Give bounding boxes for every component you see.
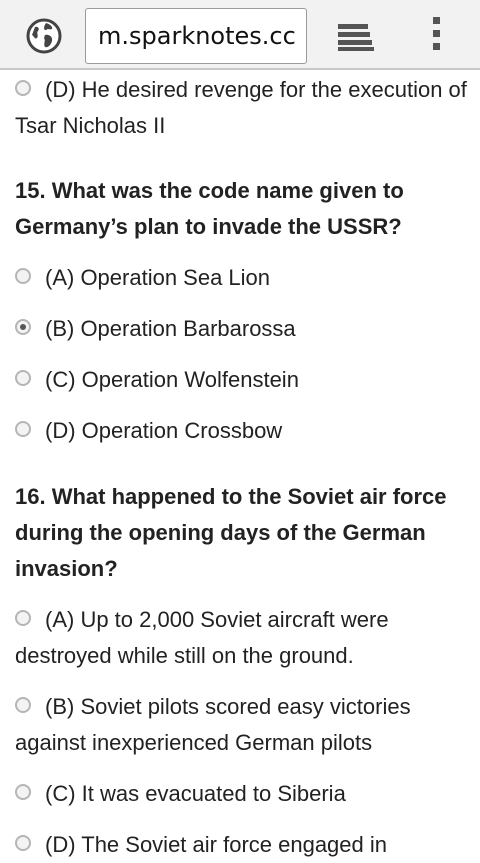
globe-icon[interactable] xyxy=(26,18,62,54)
radio-button[interactable] xyxy=(15,268,31,285)
q16-option-a[interactable]: (A) Up to 2,000 Soviet aircraft were des… xyxy=(15,602,470,674)
overflow-menu-icon[interactable] xyxy=(430,17,442,53)
radio-button[interactable] xyxy=(15,421,31,438)
radio-button[interactable] xyxy=(15,784,31,801)
radio-button[interactable] xyxy=(15,80,31,97)
question-15: 15. What was the code name given to Germ… xyxy=(15,178,404,239)
option-label: (D) Operation Crossbow xyxy=(45,418,283,443)
option-label: (C) Operation Wolfenstein xyxy=(45,367,299,392)
radio-button[interactable] xyxy=(15,835,31,852)
prev-option-d[interactable]: (D) He desired revenge for the execution… xyxy=(15,72,470,144)
q15-option-d[interactable]: (D) Operation Crossbow xyxy=(15,413,470,449)
q15-option-a[interactable]: (A) Operation Sea Lion xyxy=(15,260,470,296)
q15-option-b[interactable]: (B) Operation Barbarossa xyxy=(15,311,470,347)
q15-option-c[interactable]: (C) Operation Wolfenstein xyxy=(15,362,470,398)
tabs-icon[interactable] xyxy=(336,22,376,52)
option-label: (A) Operation Sea Lion xyxy=(45,265,271,290)
q16-option-d[interactable]: (D) The Soviet air force engaged in xyxy=(15,827,470,863)
radio-button[interactable] xyxy=(15,697,31,714)
q16-option-c[interactable]: (C) It was evacuated to Siberia xyxy=(15,776,470,812)
radio-button-selected[interactable] xyxy=(15,319,31,336)
url-text: m.sparknotes.cc xyxy=(98,22,296,50)
q16-option-b[interactable]: (B) Soviet pilots scored easy victories … xyxy=(15,689,470,761)
option-label: (A) Up to 2,000 Soviet aircraft were des… xyxy=(15,607,389,668)
radio-button[interactable] xyxy=(15,610,31,627)
option-label: (D) The Soviet air force engaged in xyxy=(45,832,387,857)
url-bar[interactable]: m.sparknotes.cc xyxy=(85,8,307,64)
option-label: (B) Operation Barbarossa xyxy=(45,316,296,341)
radio-button[interactable] xyxy=(15,370,31,387)
option-label: (D) He desired revenge for the execution… xyxy=(15,77,467,138)
option-label: (C) It was evacuated to Siberia xyxy=(45,781,346,806)
question-16: 16. What happened to the Soviet air forc… xyxy=(15,484,447,581)
option-label: (B) Soviet pilots scored easy victories … xyxy=(15,694,411,755)
browser-toolbar: m.sparknotes.cc xyxy=(0,0,480,70)
